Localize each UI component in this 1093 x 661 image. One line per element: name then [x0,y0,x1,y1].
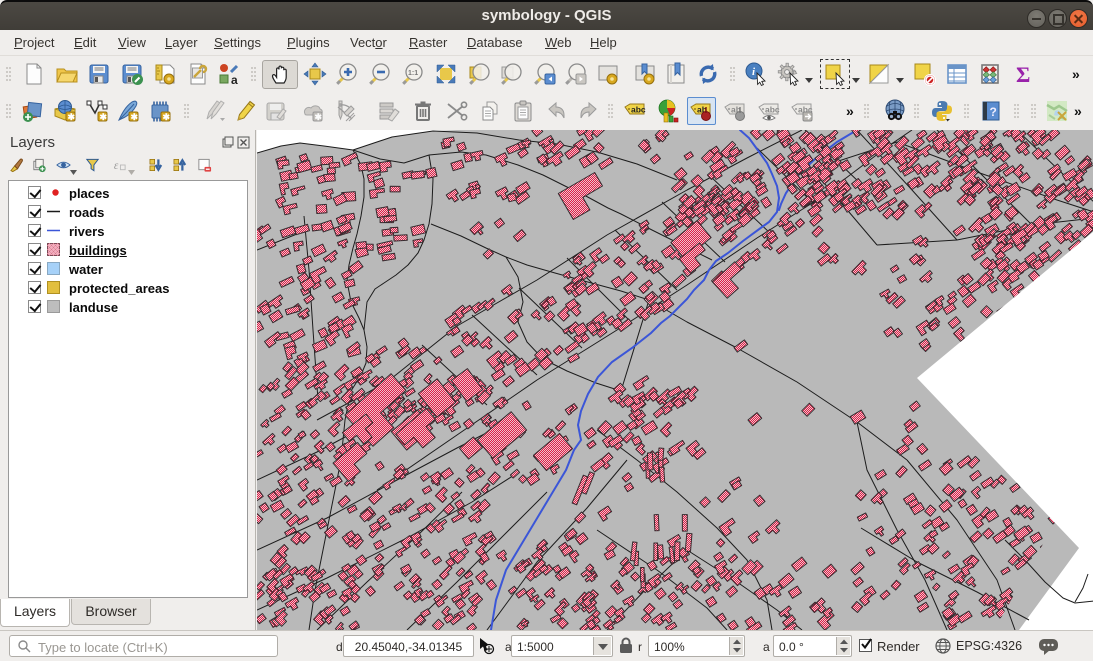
svg-text:abc: abc [765,105,780,115]
svg-text:✱: ✱ [315,112,323,122]
svg-text:»: » [1072,66,1080,82]
svg-text:a: a [231,73,238,86]
svg-text:»: » [846,103,854,119]
svg-text:1:1: 1:1 [408,70,418,77]
svg-text:»: » [1074,103,1082,119]
svg-text:?: ? [990,105,997,119]
svg-text:abc: abc [631,105,646,115]
svg-text:Σ: Σ [1016,62,1030,86]
svg-text:✱: ✱ [131,112,139,122]
svg-text:✱: ✱ [163,112,171,122]
svg-text:✱: ✱ [100,112,108,122]
svg-text:✱: ✱ [68,112,76,122]
svg-text:ε: ε [114,160,119,172]
